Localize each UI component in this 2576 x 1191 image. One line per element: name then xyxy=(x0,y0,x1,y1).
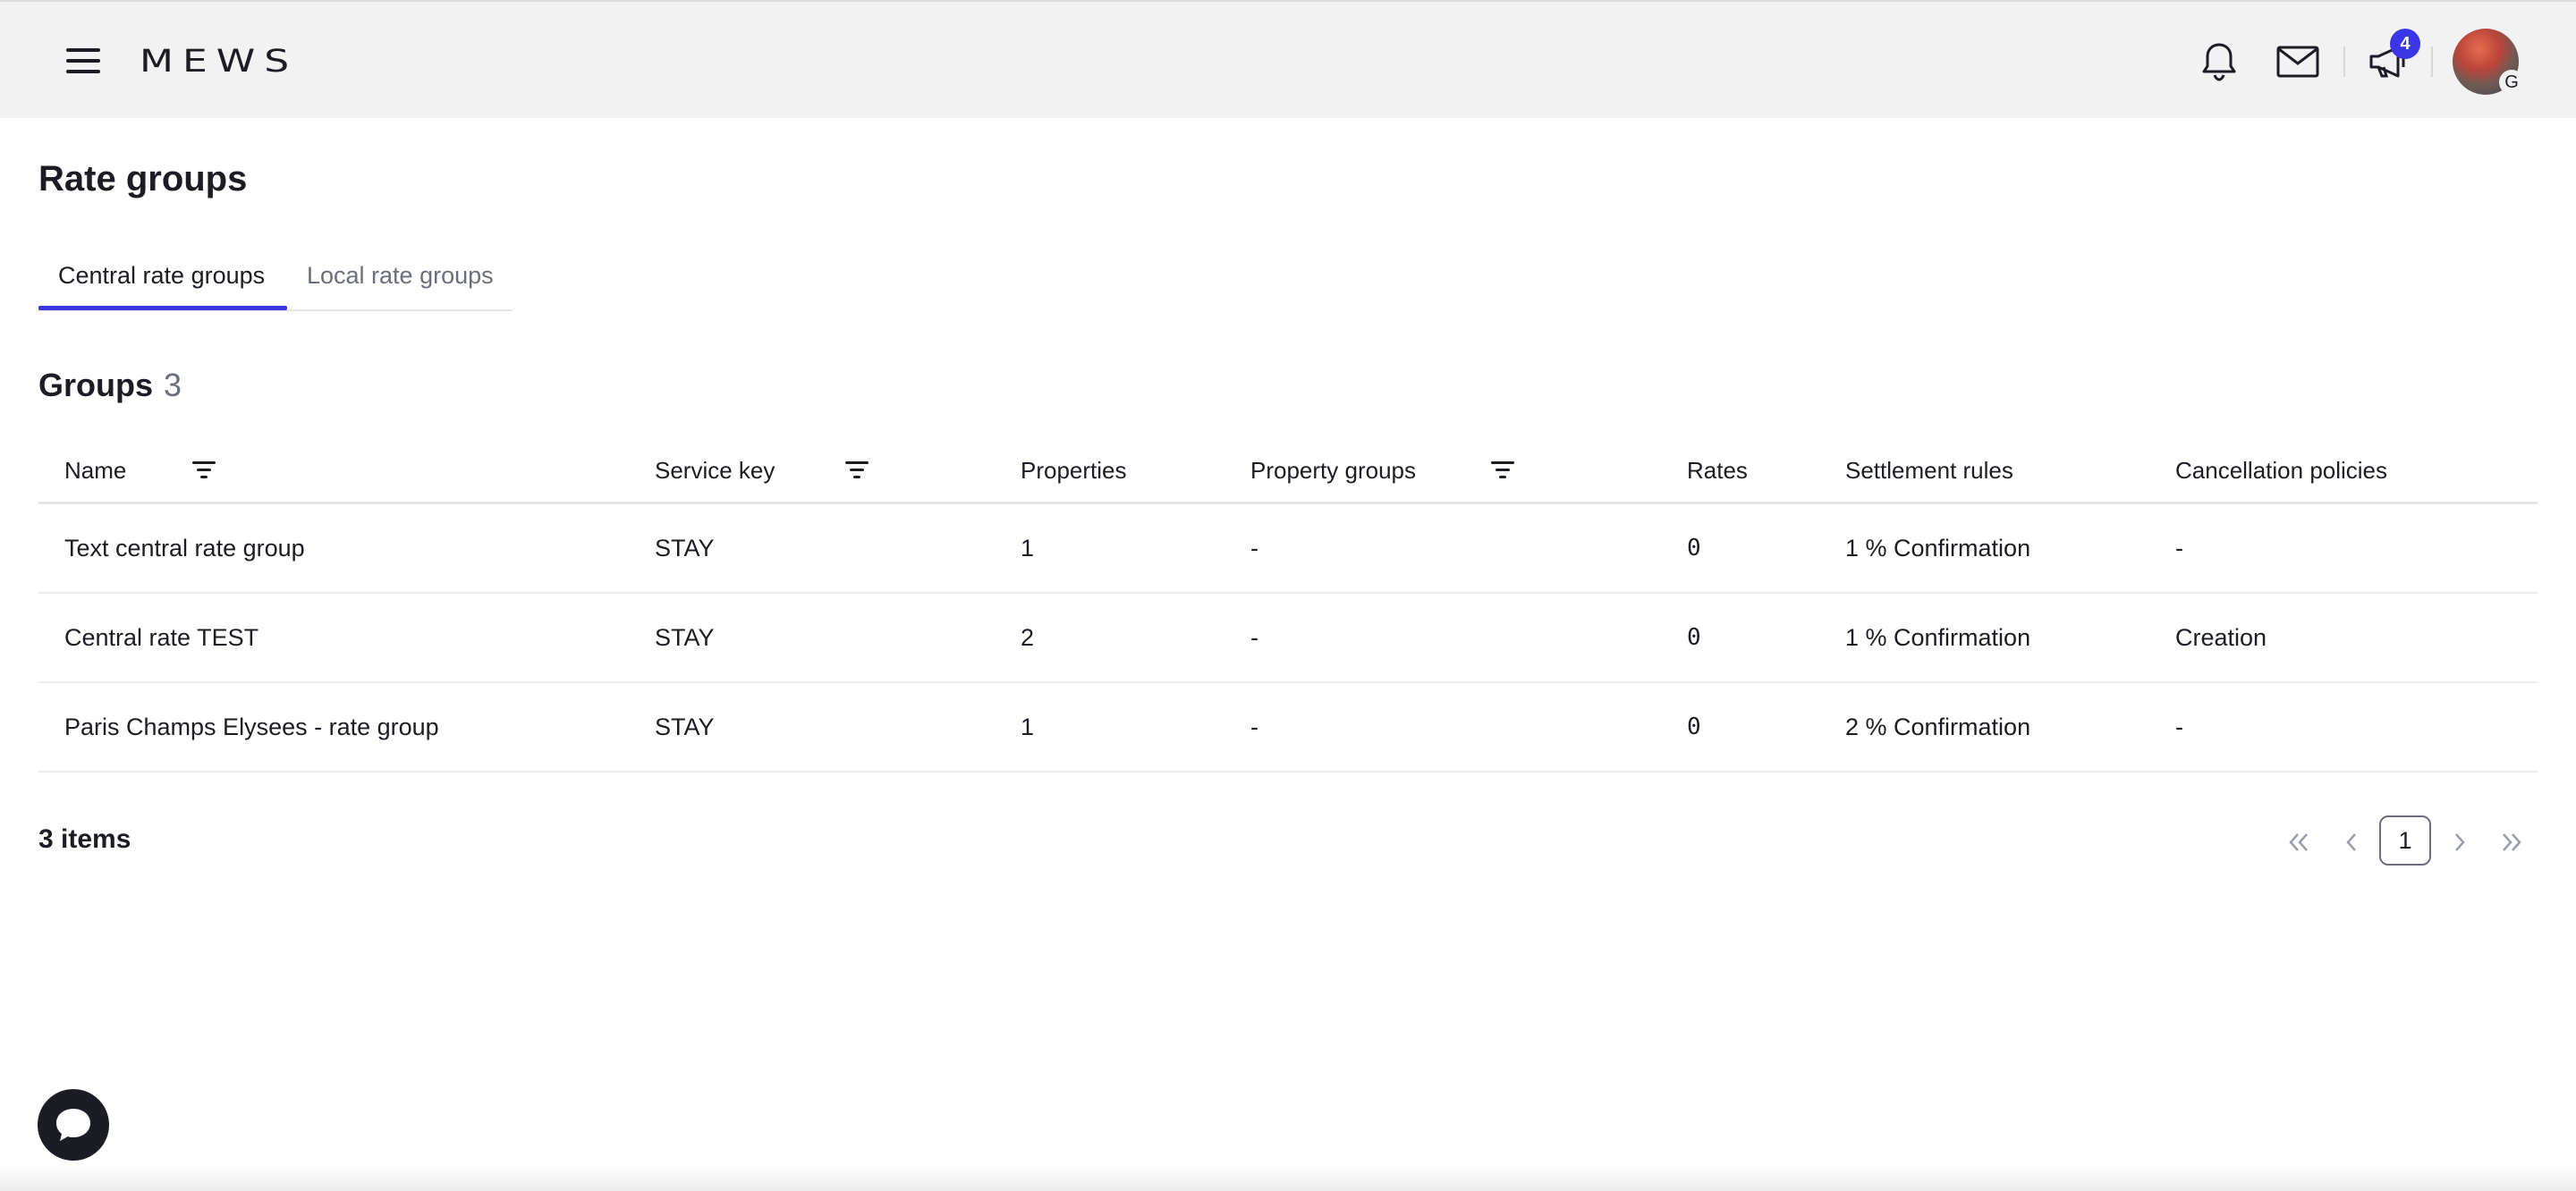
cell-service-key: STAY xyxy=(655,624,715,651)
cell-cancellation-policies: Creation xyxy=(2175,624,2267,651)
double-chevron-left-icon xyxy=(2289,833,2308,851)
chevron-left-icon xyxy=(2346,833,2356,851)
bottom-edge xyxy=(0,1166,2576,1191)
cell-property-groups: - xyxy=(1250,624,1258,651)
table-row[interactable]: Central rate TEST STAY 2 - 0 1 % Confirm… xyxy=(38,594,2538,683)
column-header-name[interactable]: Name xyxy=(64,454,126,486)
chevron-right-icon xyxy=(2455,833,2465,851)
page-title: Rate groups xyxy=(38,159,248,198)
table-header: Name Service key Properties Property gro… xyxy=(38,438,2538,504)
tabs: Central rate groups Local rate groups xyxy=(38,241,513,311)
tab-central-rate-groups[interactable]: Central rate groups xyxy=(58,258,265,311)
hamburger-menu-icon[interactable] xyxy=(66,48,100,73)
cell-settlement-rules: 1 % Confirmation xyxy=(1845,624,2031,651)
active-tab-indicator xyxy=(38,306,287,310)
double-chevron-right-icon xyxy=(2503,833,2521,851)
previous-page-button[interactable] xyxy=(2326,817,2377,867)
groups-title: Groups xyxy=(38,367,154,403)
cell-service-key: STAY xyxy=(655,714,715,740)
divider xyxy=(2431,46,2433,77)
first-page-button[interactable] xyxy=(2274,817,2324,867)
cell-name: Text central rate group xyxy=(64,535,305,562)
column-header-property-groups[interactable]: Property groups xyxy=(1250,454,1416,486)
cell-rates: 0 xyxy=(1687,624,1701,651)
divider xyxy=(2343,46,2345,77)
cell-properties: 2 xyxy=(1021,624,1035,651)
table-row[interactable]: Text central rate group STAY 1 - 0 1 % C… xyxy=(38,504,2538,594)
filter-icon[interactable] xyxy=(1491,458,1518,483)
cell-service-key: STAY xyxy=(655,535,715,562)
column-header-settlement-rules[interactable]: Settlement rules xyxy=(1845,454,2013,486)
last-page-button[interactable] xyxy=(2487,817,2537,867)
page-1-button[interactable]: 1 xyxy=(2379,815,2431,866)
next-page-button[interactable] xyxy=(2435,817,2485,867)
cell-properties: 1 xyxy=(1021,714,1035,740)
column-header-service-key[interactable]: Service key xyxy=(655,454,775,486)
items-count: 3 items xyxy=(38,824,131,854)
mail-icon[interactable] xyxy=(2274,38,2322,86)
cell-settlement-rules: 1 % Confirmation xyxy=(1845,535,2031,562)
top-bar: MEWS 4 G xyxy=(0,0,2576,118)
filter-icon[interactable] xyxy=(192,458,219,483)
cell-properties: 1 xyxy=(1021,535,1035,562)
tab-local-rate-groups[interactable]: Local rate groups xyxy=(307,258,494,311)
column-header-rates[interactable]: Rates xyxy=(1687,454,1748,486)
chat-button[interactable] xyxy=(38,1089,109,1161)
chat-bubble-icon xyxy=(56,1109,90,1141)
groups-count: 3 xyxy=(164,367,182,403)
bell-icon[interactable] xyxy=(2195,38,2243,86)
cell-name: Paris Champs Elysees - rate group xyxy=(64,714,439,740)
cell-cancellation-policies: - xyxy=(2175,535,2183,562)
mews-logo[interactable]: MEWS xyxy=(140,44,298,80)
cell-name: Central rate TEST xyxy=(64,624,259,651)
cell-rates: 0 xyxy=(1687,535,1701,562)
notification-badge: 4 xyxy=(2390,29,2420,59)
table-row[interactable]: Paris Champs Elysees - rate group STAY 1… xyxy=(38,683,2538,773)
cell-rates: 0 xyxy=(1687,714,1701,740)
rate-groups-table: Name Service key Properties Property gro… xyxy=(38,438,2538,773)
column-header-cancellation-policies[interactable]: Cancellation policies xyxy=(2175,454,2387,486)
filter-icon[interactable] xyxy=(845,458,872,483)
cell-cancellation-policies: - xyxy=(2175,714,2183,740)
column-header-properties[interactable]: Properties xyxy=(1021,454,1127,486)
groups-heading: Groups 3 xyxy=(38,367,182,404)
user-initial: G xyxy=(2499,70,2524,95)
cell-settlement-rules: 2 % Confirmation xyxy=(1845,714,2031,740)
cell-property-groups: - xyxy=(1250,535,1258,562)
cell-property-groups: - xyxy=(1250,714,1258,740)
